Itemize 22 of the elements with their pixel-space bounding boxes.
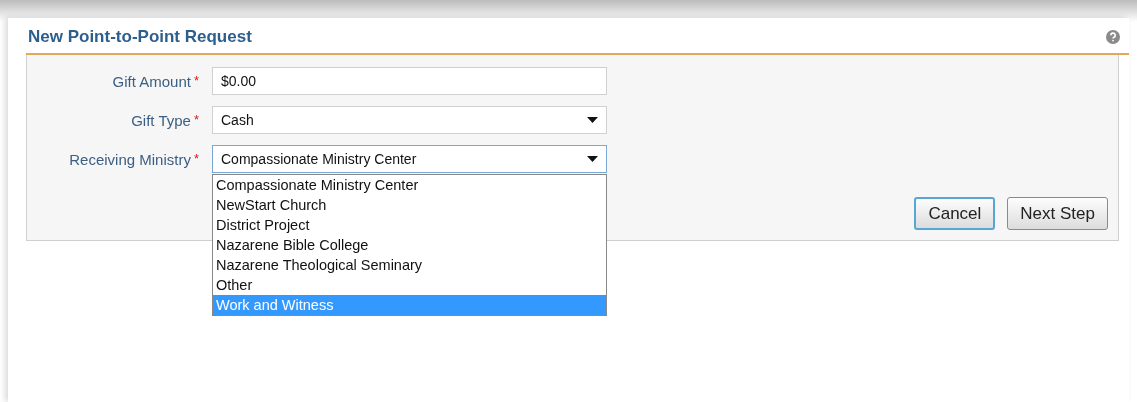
required-mark: *	[193, 111, 199, 129]
dropdown-option[interactable]: NewStart Church	[213, 195, 606, 215]
caret-icon	[587, 156, 598, 162]
field-label: Receiving Ministry	[69, 150, 191, 168]
select-value: Cash	[221, 112, 254, 128]
dropdown-option[interactable]: Other	[213, 275, 606, 295]
required-mark: *	[193, 72, 199, 90]
help-icon[interactable]	[1106, 30, 1120, 44]
field-label: Gift Amount	[112, 72, 191, 90]
select-value: Compassionate Ministry Center	[221, 151, 417, 167]
dialog-title: New Point-to-Point Request	[28, 27, 252, 47]
dropdown-option[interactable]: Nazarene Bible College	[213, 235, 606, 255]
next-step-button[interactable]: Next Step	[1007, 197, 1108, 230]
dropdown-option[interactable]: Nazarene Theological Seminary	[213, 255, 606, 275]
dropdown-option[interactable]: District Project	[213, 215, 606, 235]
input-field[interactable]: $0.00	[212, 67, 607, 95]
select-field[interactable]: Cash	[212, 106, 607, 134]
cancel-button[interactable]: Cancel	[914, 197, 996, 230]
field-label: Gift Type	[131, 111, 191, 129]
caret-icon	[587, 117, 598, 123]
required-mark: *	[193, 150, 199, 168]
dropdown-option[interactable]: Compassionate Ministry Center	[213, 175, 606, 195]
